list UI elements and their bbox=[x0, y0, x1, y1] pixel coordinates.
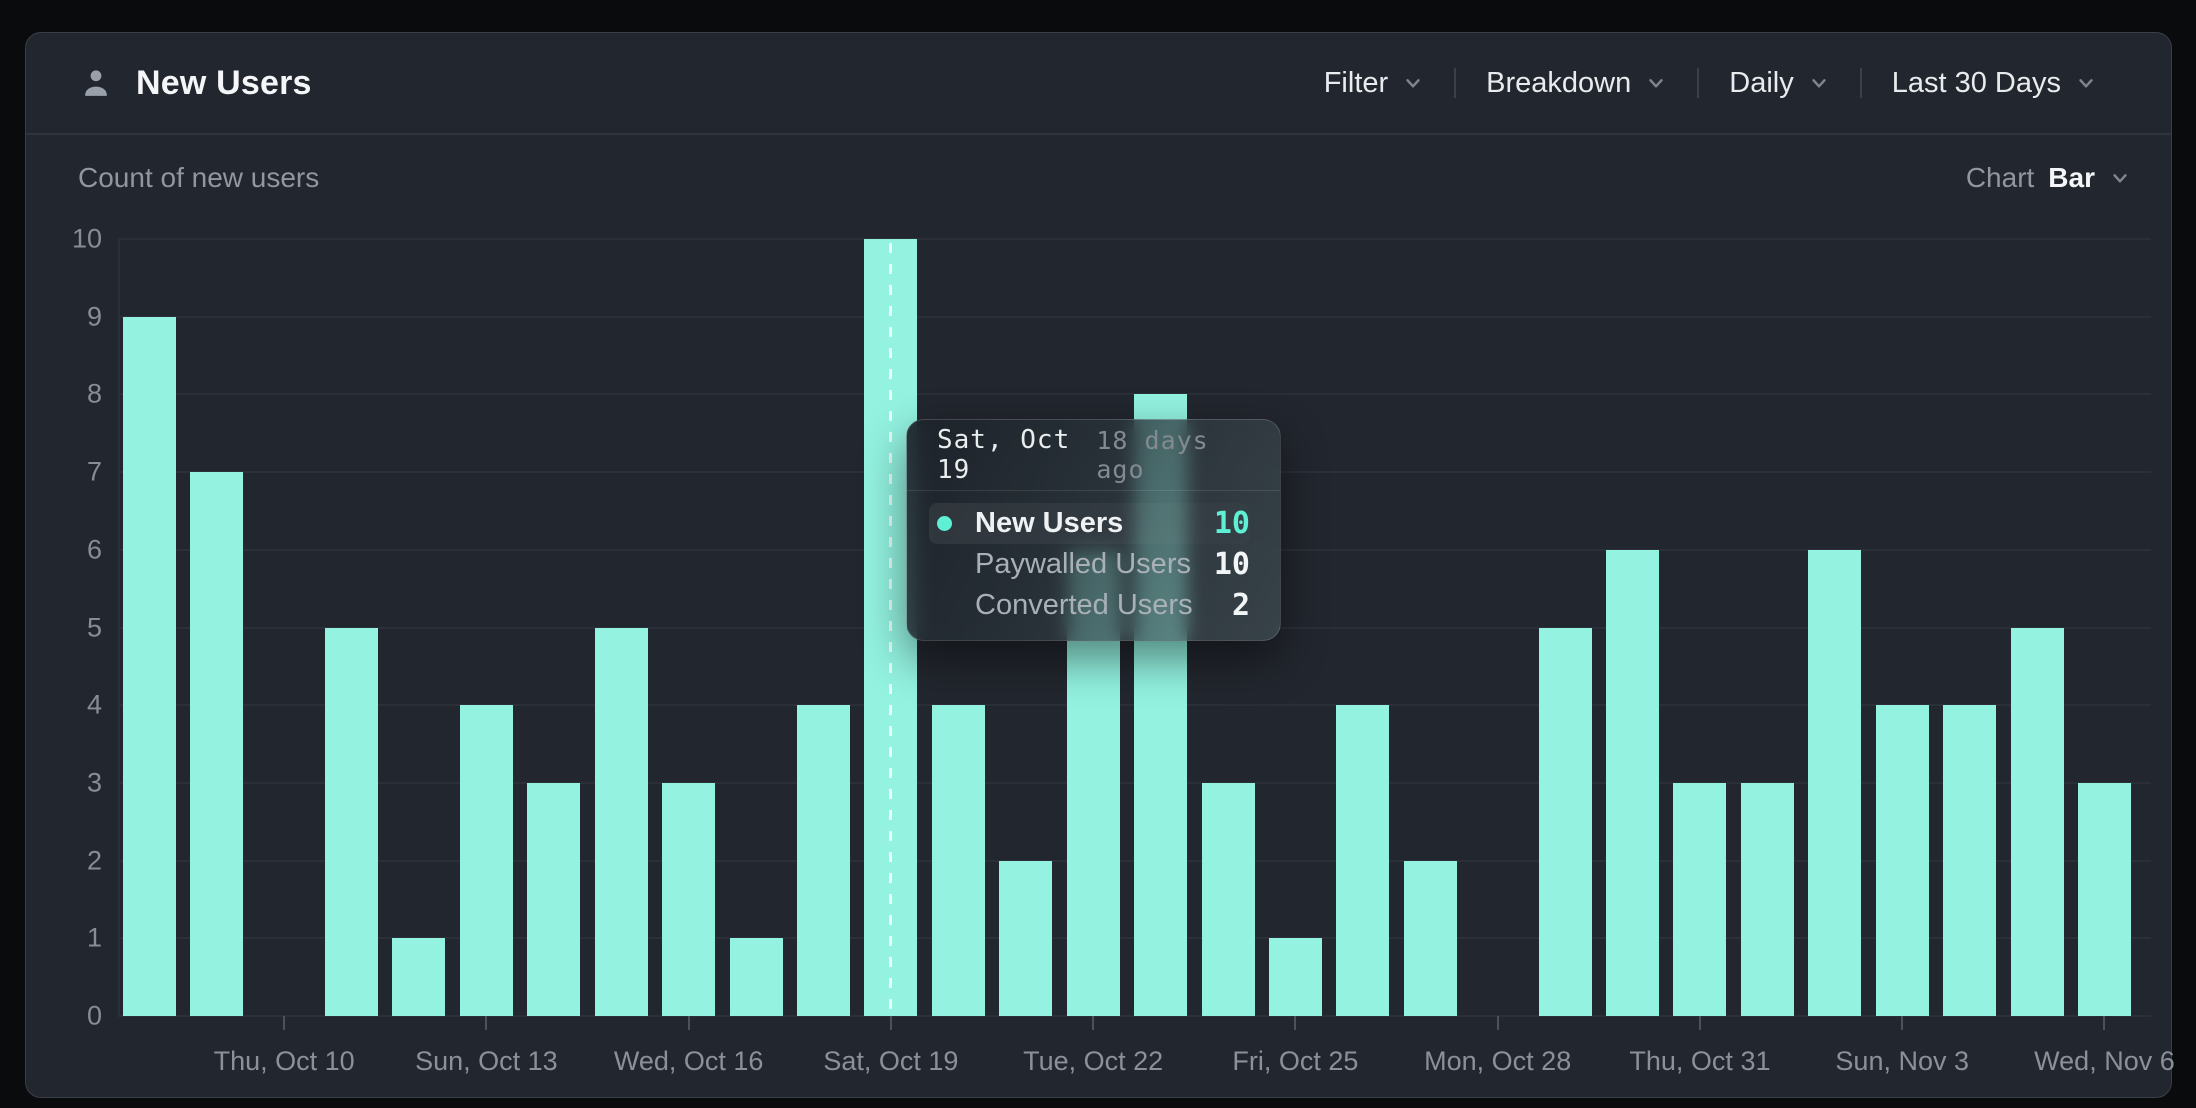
bar-wed-oct-9[interactable] bbox=[190, 472, 243, 1016]
tooltip-date: Sat, Oct 19 bbox=[937, 425, 1096, 485]
bar-thu-oct-24[interactable] bbox=[1202, 783, 1255, 1016]
bar-fri-oct-25[interactable] bbox=[1269, 938, 1322, 1016]
bar-wed-nov-6[interactable] bbox=[2078, 783, 2131, 1016]
bar-sun-oct-27[interactable] bbox=[1404, 861, 1457, 1016]
y-axis-label: 9 bbox=[26, 301, 102, 332]
x-axis-tick bbox=[283, 1016, 285, 1030]
x-axis-tick bbox=[1699, 1016, 1701, 1030]
y-axis-label: 1 bbox=[26, 923, 102, 954]
bar-tue-oct-15[interactable] bbox=[595, 628, 648, 1017]
bar-wed-oct-30[interactable] bbox=[1606, 550, 1659, 1016]
bar-sat-nov-2[interactable] bbox=[1808, 550, 1861, 1016]
tooltip-row-label: Paywalled Users bbox=[975, 548, 1214, 581]
y-axis-label: 6 bbox=[26, 534, 102, 565]
x-axis-tick bbox=[1901, 1016, 1903, 1030]
bar-fri-oct-11[interactable] bbox=[325, 628, 378, 1017]
tooltip-header: Sat, Oct 19 18 days ago bbox=[907, 420, 1280, 490]
x-axis-tick bbox=[1497, 1016, 1499, 1030]
y-axis-label: 4 bbox=[26, 690, 102, 721]
bar-sun-oct-20[interactable] bbox=[932, 705, 985, 1016]
bar-tue-nov-5[interactable] bbox=[2011, 628, 2064, 1017]
tooltip-row-label: Converted Users bbox=[975, 589, 1232, 622]
y-axis-label: 5 bbox=[26, 612, 102, 643]
bar-wed-oct-16[interactable] bbox=[662, 783, 715, 1016]
series-dot-icon bbox=[937, 516, 952, 531]
x-axis-tick bbox=[688, 1016, 690, 1030]
tooltip-row-value: 2 bbox=[1232, 588, 1250, 623]
y-axis-label: 0 bbox=[26, 1001, 102, 1032]
series-dot-col bbox=[937, 516, 975, 531]
y-axis-label: 10 bbox=[26, 224, 102, 255]
bar-thu-oct-31[interactable] bbox=[1673, 783, 1726, 1016]
tooltip-row-paywalled-users: Paywalled Users 10 bbox=[929, 544, 1250, 585]
gridline bbox=[118, 316, 2151, 318]
tooltip-row-label: New Users bbox=[975, 507, 1214, 540]
hover-dashed-line bbox=[889, 243, 892, 1016]
y-axis-label: 3 bbox=[26, 767, 102, 798]
tooltip-row-converted-users: Converted Users 2 bbox=[929, 585, 1250, 626]
tooltip-relative-time: 18 days ago bbox=[1096, 426, 1250, 484]
y-axis-line bbox=[118, 239, 120, 1016]
y-axis-label: 8 bbox=[26, 379, 102, 410]
bar-tue-oct-8[interactable] bbox=[123, 317, 176, 1016]
bar-fri-oct-18[interactable] bbox=[797, 705, 850, 1016]
bar-sat-oct-12[interactable] bbox=[392, 938, 445, 1016]
x-axis-tick bbox=[485, 1016, 487, 1030]
tooltip-rows: New Users 10 Paywalled Users 10 Converte… bbox=[907, 491, 1280, 640]
x-axis-tick bbox=[890, 1016, 892, 1030]
x-axis-tick bbox=[2103, 1016, 2105, 1030]
x-axis-tick bbox=[1294, 1016, 1296, 1030]
bar-sun-nov-3[interactable] bbox=[1876, 705, 1929, 1016]
x-axis-tick bbox=[1092, 1016, 1094, 1030]
bar-mon-nov-4[interactable] bbox=[1943, 705, 1996, 1016]
gridline bbox=[118, 238, 2151, 240]
tooltip-row-value: 10 bbox=[1214, 506, 1250, 541]
bar-thu-oct-17[interactable] bbox=[730, 938, 783, 1016]
bar-sat-oct-26[interactable] bbox=[1336, 705, 1389, 1016]
new-users-panel: New Users Filter Breakdown Daily Last 30… bbox=[25, 32, 2172, 1098]
bar-sun-oct-13[interactable] bbox=[460, 705, 513, 1016]
x-axis-label: Wed, Nov 6 bbox=[1974, 1046, 2196, 1077]
bar-mon-oct-21[interactable] bbox=[999, 861, 1052, 1016]
y-axis-label: 2 bbox=[26, 845, 102, 876]
bar-mon-oct-14[interactable] bbox=[527, 783, 580, 1016]
y-axis-label: 7 bbox=[26, 457, 102, 488]
bar-tue-oct-29[interactable] bbox=[1539, 628, 1592, 1017]
bar-fri-nov-1[interactable] bbox=[1741, 783, 1794, 1016]
chart-tooltip: Sat, Oct 19 18 days ago New Users 10 Pay… bbox=[906, 419, 1281, 641]
tooltip-row-value: 10 bbox=[1214, 547, 1250, 582]
tooltip-row-new-users: New Users 10 bbox=[929, 503, 1250, 544]
